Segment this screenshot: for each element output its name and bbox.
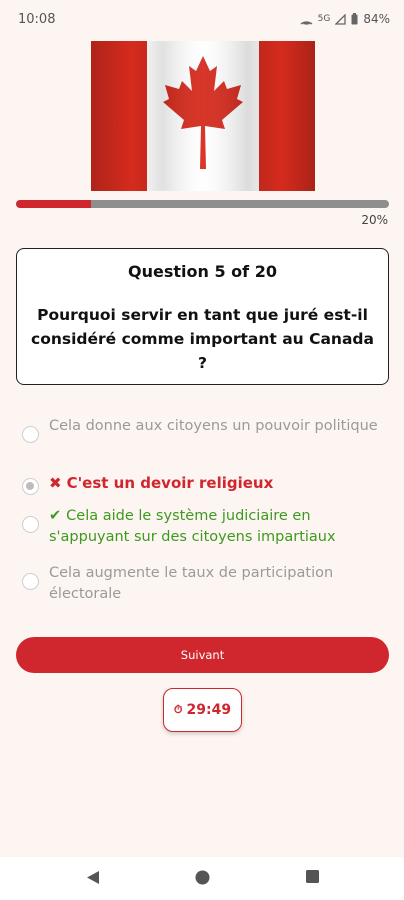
answer-option-3[interactable]: ✔ Cela aide le système judiciaire en s'ap… — [22, 506, 382, 548]
answer-option-1[interactable]: Cela donne aux citoyens un pouvoir polit… — [22, 416, 382, 443]
system-nav-bar — [0, 857, 404, 900]
radio-button-selected[interactable] — [22, 478, 39, 495]
answer-text: Cela donne aux citoyens un pouvoir polit… — [49, 418, 378, 434]
progress-percent: 20% — [361, 213, 388, 227]
recents-square-icon[interactable] — [306, 870, 319, 883]
answer-option-2[interactable]: ✖ C'est un devoir religieux — [22, 468, 382, 495]
answer-option-4[interactable]: Cela augmente le taux de participation é… — [22, 563, 382, 605]
stopwatch-icon: ⏱ — [173, 703, 183, 716]
radio-button[interactable] — [22, 426, 39, 443]
battery-percent: 84% — [363, 12, 390, 26]
radio-button[interactable] — [22, 573, 39, 590]
status-time: 10:08 — [18, 12, 56, 27]
answer-text: C'est un devoir religieux — [66, 474, 274, 492]
radio-button[interactable] — [22, 516, 39, 533]
home-circle-icon[interactable] — [195, 870, 210, 885]
canada-flag-image — [91, 41, 315, 191]
timer-value: 29:49 — [186, 702, 232, 718]
network-label: 5G — [317, 14, 331, 24]
status-bar: 10:08 5G 84% — [0, 0, 404, 40]
answer-text: Cela aide le système judiciaire en s'app… — [49, 508, 336, 545]
signal-icon — [335, 13, 346, 25]
progress-bar — [16, 200, 389, 208]
answer-text-correct: ✔ Cela aide le système judiciaire en s'ap… — [49, 506, 382, 548]
next-button[interactable]: Suivant — [16, 637, 389, 673]
progress-fill — [16, 200, 91, 208]
question-text: Pourquoi servir en tant que juré est-il … — [31, 306, 374, 372]
question-card: Question 5 of 20 Pourquoi servir en tant… — [16, 248, 389, 385]
question-number: Question 5 of 20 — [128, 262, 277, 281]
check-icon: ✔ — [49, 508, 62, 524]
battery-icon — [351, 13, 358, 25]
status-icons: 5G 84% — [300, 12, 390, 26]
cross-icon: ✖ — [49, 474, 62, 492]
cast-icon — [300, 21, 313, 25]
answer-text-wrong: ✖ C'est un devoir religieux — [49, 473, 273, 494]
timer-badge: ⏱ 29:49 — [163, 688, 242, 732]
back-triangle-icon[interactable] — [86, 870, 100, 885]
answer-text: Cela augmente le taux de participation é… — [49, 565, 334, 602]
